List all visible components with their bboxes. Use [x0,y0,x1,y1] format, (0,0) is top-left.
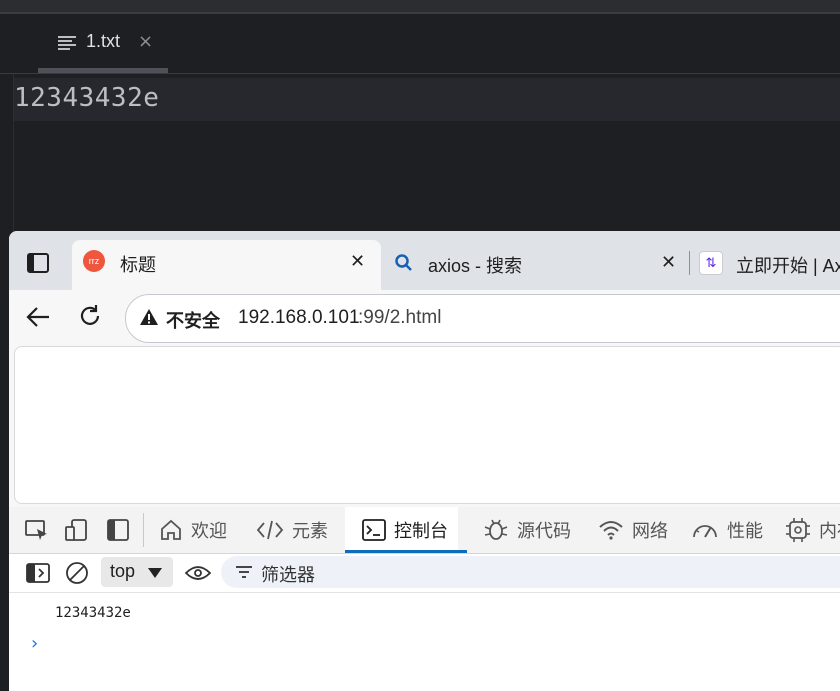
toolbar-separator [143,513,144,547]
editor-tab-label: 1.txt [86,31,121,51]
tab-separator [689,251,690,275]
close-icon[interactable]: × [138,31,153,52]
refresh-icon[interactable] [77,303,103,329]
tab-label: 源代码 [517,521,571,541]
tab-performance[interactable]: 性能 [691,507,763,553]
console-toolbar: top 筛选器 [9,554,840,593]
inspect-icon[interactable] [25,520,49,542]
tab-label: 网络 [632,521,668,541]
close-icon[interactable]: ✕ [661,252,676,273]
tab-biaoti[interactable]: rrz 标题 ✕ [72,240,381,291]
page-viewport[interactable] [14,346,840,504]
editor-line-text[interactable]: 12343432e [14,83,159,113]
tab-label: 控制台 [394,521,448,541]
wifi-icon [599,521,623,540]
warning-icon [140,309,158,325]
tab-console[interactable]: 控制台 [345,507,458,553]
tab-axios-search[interactable]: axios - 搜索 ✕ [385,240,685,290]
home-icon [161,519,181,540]
browser-tab-strip: rrz 标题 ✕ axios - 搜索 ✕ ⇅ 立即开始 | Ax [9,231,840,291]
device-emulation-icon[interactable] [65,519,89,543]
clear-console-icon[interactable] [65,561,89,585]
console-message[interactable]: 12343432e [55,605,131,621]
editor-tab-active-indicator [38,68,168,73]
dock-side-icon[interactable] [107,519,129,541]
tab-label: 欢迎 [191,521,227,541]
text-file-icon [58,36,76,50]
search-icon [395,254,412,271]
tab-title: 立即开始 | Ax [736,256,840,276]
devtools-tab-bar: 欢迎 元素 控制台 源代码 网络 性能 内 [9,507,840,554]
tab-memory[interactable]: 内存 [785,507,840,553]
sidebar-toggle-icon[interactable] [26,563,50,583]
chip-icon [786,518,810,542]
axios-favicon-icon: ⇅ [699,251,723,275]
eye-icon[interactable] [185,565,211,581]
console-prompt[interactable]: › [31,633,38,654]
url-port-path: :99/2.html [358,307,442,328]
filter-input[interactable]: 筛选器 [221,556,840,588]
close-icon[interactable]: ✕ [350,251,365,272]
security-label[interactable]: 不安全 [166,307,220,333]
chevron-down-icon [148,568,162,578]
code-icon [256,520,284,540]
tab-elements[interactable]: 元素 [256,507,328,553]
tab-label: 内存 [819,521,840,541]
tab-network[interactable]: 网络 [598,507,668,553]
gauge-icon [693,525,717,538]
tab-label: 性能 [727,521,763,541]
active-tab-indicator [345,550,467,553]
editor-top-strip [0,0,840,12]
tab-welcome[interactable]: 欢迎 [159,507,227,553]
tab-sources[interactable]: 源代码 [483,507,571,553]
browser-window: rrz 标题 ✕ axios - 搜索 ✕ ⇅ 立即开始 | Ax 不安全 19… [9,231,840,691]
context-selector[interactable]: top [101,557,173,587]
tab-axios-docs[interactable]: ⇅ 立即开始 | Ax [697,240,840,290]
bug-icon [484,519,508,540]
address-bar[interactable]: 不安全 192.168.0.101 :99/2.html [125,294,840,343]
rrz-favicon-icon: rrz [83,250,105,272]
filter-placeholder: 筛选器 [261,565,315,585]
devtools-panel: 欢迎 元素 控制台 源代码 网络 性能 内 top 筛选器 12343432e … [9,507,840,691]
navigation-bar: 不安全 192.168.0.101 :99/2.html [9,290,840,346]
context-value: top [110,561,136,581]
tab-title: 标题 [120,255,156,275]
console-icon [362,519,386,541]
back-icon[interactable] [25,305,51,329]
tab-actions-icon[interactable] [27,253,49,273]
url-host: 192.168.0.101 [238,307,360,328]
tab-title: axios - 搜索 [428,256,523,276]
filter-icon [236,566,252,578]
tab-label: 元素 [292,521,328,541]
